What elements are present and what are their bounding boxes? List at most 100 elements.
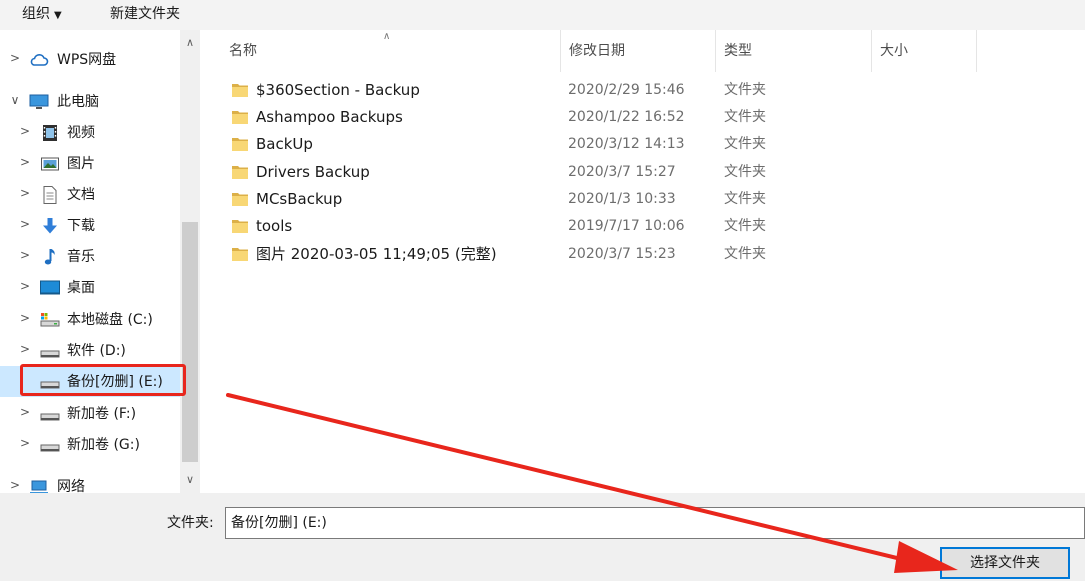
nav-item-drive-c[interactable]: > 本地磁盘 (C:) xyxy=(0,304,180,335)
file-type: 文件夹 xyxy=(724,246,766,262)
column-header-date[interactable]: 修改日期 xyxy=(561,30,716,72)
organize-label: 组织 xyxy=(22,6,50,22)
file-row[interactable]: tools 2019/7/17 10:06 文件夹 xyxy=(200,213,960,240)
nav-item-documents[interactable]: > 文档 xyxy=(0,179,180,210)
file-date: 2020/1/3 10:33 xyxy=(568,191,676,207)
nav-item-drive-f[interactable]: > 新加卷 (F:) xyxy=(0,398,180,429)
nav-label: 视频 xyxy=(67,125,95,141)
folder-icon xyxy=(232,166,248,179)
scrollbar-thumb[interactable] xyxy=(182,222,198,462)
nav-scrollbar[interactable]: ∧ ∨ xyxy=(180,30,200,493)
file-row[interactable]: MCsBackup 2020/1/3 10:33 文件夹 xyxy=(200,186,960,213)
scroll-up-icon[interactable]: ∧ xyxy=(180,34,200,51)
column-header-type[interactable]: 类型 xyxy=(716,30,872,72)
folder-icon xyxy=(232,220,248,233)
nav-item-downloads[interactable]: > 下载 xyxy=(0,210,180,241)
file-type: 文件夹 xyxy=(724,218,766,234)
nav-item-wps-drive[interactable]: > WPS网盘 xyxy=(0,44,180,75)
column-header-name[interactable]: ∧ 名称 xyxy=(200,30,561,72)
file-row[interactable]: $360Section - Backup 2020/2/29 15:46 文件夹 xyxy=(200,77,960,104)
column-header-size[interactable]: 大小 xyxy=(872,30,977,72)
file-date: 2020/3/7 15:23 xyxy=(568,246,676,262)
nav-item-this-pc[interactable]: ∨ 此电脑 xyxy=(0,86,180,117)
chevron-right-icon[interactable]: > xyxy=(18,279,32,293)
file-type: 文件夹 xyxy=(724,82,766,98)
nav-label: 音乐 xyxy=(67,249,95,265)
file-date: 2019/7/17 10:06 xyxy=(568,218,685,234)
network-icon xyxy=(30,480,48,493)
file-name: Ashampoo Backups xyxy=(256,108,403,126)
file-name: 图片 2020-03-05 11;49;05 (完整) xyxy=(256,245,497,263)
sort-ascending-icon: ∧ xyxy=(383,31,391,42)
video-icon xyxy=(43,125,57,141)
pictures-icon xyxy=(41,157,59,171)
chevron-right-icon[interactable]: > xyxy=(18,405,32,419)
chevron-right-icon[interactable]: > xyxy=(18,155,32,169)
folder-field-label: 文件夹: xyxy=(167,515,214,531)
column-header-label: 修改日期 xyxy=(569,43,625,59)
chevron-down-icon[interactable]: ∨ xyxy=(8,93,22,107)
column-header-label: 名称 xyxy=(229,43,257,59)
file-name: $360Section - Backup xyxy=(256,81,420,99)
file-type: 文件夹 xyxy=(724,164,766,180)
nav-item-pictures[interactable]: > 图片 xyxy=(0,148,180,179)
nav-label: 软件 (D:) xyxy=(67,343,126,359)
drive-icon xyxy=(40,350,60,358)
folder-input[interactable]: 备份[勿删] (E:) xyxy=(225,507,1085,539)
cloud-icon xyxy=(30,54,49,66)
file-name: MCsBackup xyxy=(256,190,343,208)
chevron-right-icon[interactable]: > xyxy=(8,51,22,65)
file-row[interactable]: Ashampoo Backups 2020/1/22 16:52 文件夹 xyxy=(200,104,960,131)
nav-item-drive-e[interactable]: 备份[勿删] (E:) xyxy=(0,366,180,397)
nav-label: 网络 xyxy=(57,479,85,493)
nav-label: 本地磁盘 (C:) xyxy=(67,312,153,328)
file-row[interactable]: 图片 2020-03-05 11;49;05 (完整) 2020/3/7 15:… xyxy=(200,241,960,268)
dialog-footer: 文件夹: 备份[勿删] (E:) 选择文件夹 xyxy=(0,493,1085,581)
select-folder-button[interactable]: 选择文件夹 xyxy=(940,547,1070,579)
file-name: Drivers Backup xyxy=(256,163,370,181)
new-folder-button[interactable]: 新建文件夹 xyxy=(110,4,180,24)
organize-menu-button[interactable]: 组织 ▼ xyxy=(22,4,62,26)
nav-label: 新加卷 (F:) xyxy=(67,406,137,422)
nav-item-videos[interactable]: > 视频 xyxy=(0,117,180,148)
drive-icon xyxy=(40,381,60,389)
nav-label: 此电脑 xyxy=(57,94,99,110)
nav-item-desktop[interactable]: > 桌面 xyxy=(0,272,180,303)
folder-icon xyxy=(232,138,248,151)
chevron-right-icon[interactable]: > xyxy=(18,436,32,450)
file-type: 文件夹 xyxy=(724,191,766,207)
navigation-pane: > WPS网盘 ∨ 此电脑 > 视频 > 图片 > 文档 > 下载 > 音乐 >… xyxy=(0,30,200,493)
chevron-right-icon[interactable]: > xyxy=(18,124,32,138)
chevron-right-icon[interactable]: > xyxy=(18,217,32,231)
scroll-down-icon[interactable]: ∨ xyxy=(180,471,200,488)
nav-item-drive-g[interactable]: > 新加卷 (G:) xyxy=(0,429,180,460)
nav-label: 图片 xyxy=(67,156,95,172)
nav-label: WPS网盘 xyxy=(57,52,117,68)
column-header-label: 类型 xyxy=(724,43,752,59)
desktop-icon xyxy=(40,280,60,295)
file-row[interactable]: Drivers Backup 2020/3/7 15:27 文件夹 xyxy=(200,159,960,186)
chevron-right-icon[interactable]: > xyxy=(18,248,32,262)
file-date: 2020/3/7 15:27 xyxy=(568,164,676,180)
nav-label: 文档 xyxy=(67,187,95,203)
chevron-right-icon[interactable]: > xyxy=(18,186,32,200)
download-icon xyxy=(43,218,57,234)
nav-item-drive-d[interactable]: > 软件 (D:) xyxy=(0,335,180,366)
folder-icon xyxy=(232,193,248,206)
column-header-label: 大小 xyxy=(880,43,908,59)
file-row[interactable]: BackUp 2020/3/12 14:13 文件夹 xyxy=(200,131,960,158)
chevron-right-icon[interactable]: > xyxy=(18,311,32,325)
caret-down-icon: ▼ xyxy=(54,10,62,21)
nav-item-music[interactable]: > 音乐 xyxy=(0,241,180,272)
folder-icon xyxy=(232,111,248,124)
folder-icon xyxy=(232,84,248,97)
command-bar: 组织 ▼ 新建文件夹 xyxy=(0,0,1085,30)
chevron-right-icon[interactable]: > xyxy=(18,342,32,356)
chevron-right-icon[interactable] xyxy=(18,373,32,387)
chevron-right-icon[interactable]: > xyxy=(8,478,22,492)
nav-item-network[interactable]: > 网络 xyxy=(0,471,180,493)
computer-icon xyxy=(29,94,49,109)
file-type: 文件夹 xyxy=(724,136,766,152)
nav-label: 备份[勿删] (E:) xyxy=(67,374,163,390)
file-date: 2020/2/29 15:46 xyxy=(568,82,685,98)
